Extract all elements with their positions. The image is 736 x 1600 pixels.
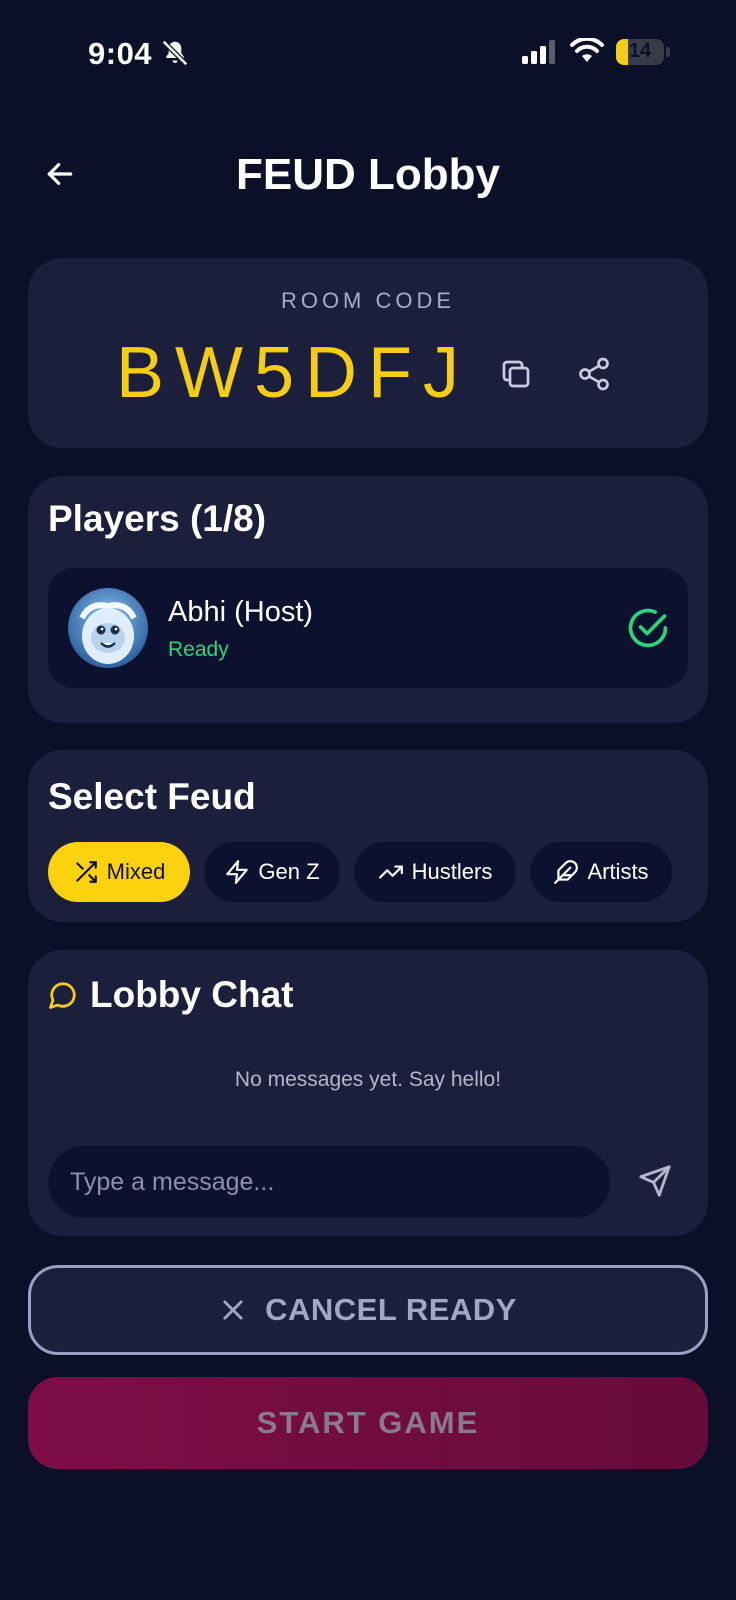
feud-option-hustlers[interactable]: Hustlers [354,842,516,902]
feud-option-label: Gen Z [258,859,320,884]
send-icon [639,1165,671,1197]
share-icon [579,357,609,391]
feud-option-genz[interactable]: Gen Z [204,842,340,902]
battery-level: 14 [628,40,652,62]
copy-code-button[interactable] [498,356,534,397]
close-icon [223,1300,243,1320]
yeti-avatar-image [68,588,148,668]
players-title: Players (1/8) [48,498,267,539]
player-status: Ready [168,638,229,661]
battery-tip [666,47,670,57]
message-input[interactable] [48,1146,610,1218]
shuffle-icon [75,861,97,883]
ready-check-icon [626,606,670,655]
bell-muted-icon [160,38,190,73]
start-game-label: START GAME [256,1405,480,1440]
room-code-card: ROOM CODE BW5DFJ [28,258,708,448]
chat-title: Lobby Chat [90,974,294,1015]
select-feud-title: Select Feud [48,776,256,817]
copy-icon [502,360,530,388]
send-button[interactable] [638,1164,672,1203]
cancel-ready-button[interactable]: CANCEL READY [28,1265,708,1355]
share-code-button[interactable] [576,356,612,397]
player-name: Abhi (Host) [168,596,314,628]
lightning-icon [226,860,249,884]
status-time: 9:04 [88,36,153,71]
status-bar: 9:04 14 [0,0,736,110]
feather-icon [554,860,579,884]
feud-option-mixed[interactable]: Mixed [48,842,190,902]
room-code-label: ROOM CODE [280,288,456,313]
trending-up-icon [378,865,403,879]
lobby-chat-card: Lobby Chat No messages yet. Say hello! [28,950,708,1236]
chat-empty-message: No messages yet. Say hello! [234,1068,502,1091]
feud-option-label: Hustlers [411,859,493,884]
feud-option-label: Mixed [106,859,166,884]
feud-option-label: Artists [587,859,649,884]
room-code-value: BW5DFJ [116,333,470,413]
battery-icon: 14 [616,39,664,65]
start-game-button[interactable]: START GAME [28,1377,708,1469]
players-card: Players (1/8) Abhi (Host) Ready [28,476,708,723]
feud-option-artists[interactable]: Artists [530,842,672,902]
page-title: FEUD Lobby [236,150,500,199]
cancel-ready-label: CANCEL READY [265,1292,517,1327]
signal-icon [522,40,558,69]
avatar [68,588,148,668]
select-feud-card: Select Feud Mixed Gen Z Hustlers Artists [28,750,708,922]
wifi-icon [570,36,604,69]
chat-bubble-icon [48,980,78,1015]
player-row: Abhi (Host) Ready [48,568,688,688]
